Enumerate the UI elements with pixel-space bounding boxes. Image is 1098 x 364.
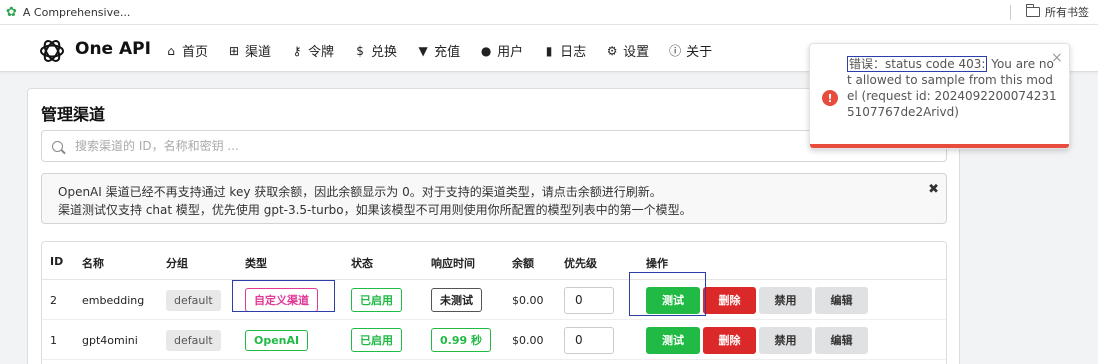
nav-item-settings[interactable]: ⚙ 设置 [606, 41, 650, 61]
sitemap-icon: ⊞ [228, 43, 240, 58]
column-header-group[interactable]: 分组 [166, 255, 188, 271]
annotation-highlight-type [232, 280, 335, 312]
cell-id: 2 [50, 293, 57, 307]
nav-item-label: 渠道 [245, 45, 272, 60]
nav-item-redeem[interactable]: $ 兑换 [354, 41, 398, 61]
column-header-priority[interactable]: 优先级 [564, 255, 597, 271]
error-icon: ! [822, 90, 838, 106]
info-notice: OpenAI 渠道已经不再支持通过 key 获取余额，因此余额显示为 0。对于支… [41, 173, 947, 224]
close-icon[interactable]: ✖ [928, 181, 939, 199]
main-menu: ⌂ 首页 ⊞ 渠道 ⚷ 令牌 $ 兑换 ▼ 充值 ● 用户 ▮ 日志 ⚙ 设置 ⓘ 关于 [165, 41, 732, 61]
nav-item-users[interactable]: ● 用户 [480, 41, 524, 61]
cell-balance[interactable]: $0.00 [512, 320, 544, 360]
column-header-type[interactable]: 类型 [245, 255, 267, 271]
channels-table: ID 名称 分组 类型 状态 响应时间 余额 优先级 操作 2 embeddin… [41, 241, 947, 364]
nav-item-label: 兑换 [371, 45, 398, 60]
nav-item-label: 用户 [497, 45, 524, 60]
cell-name: embedding [82, 293, 145, 307]
toast-progress-bar [810, 144, 1069, 148]
user-icon: ● [480, 43, 492, 58]
nav-item-topup[interactable]: ▼ 充值 [417, 41, 461, 61]
cart-icon: ▼ [418, 43, 428, 58]
group-tag: default [166, 289, 221, 311]
column-header-status[interactable]: 状态 [351, 255, 373, 271]
column-header-name[interactable]: 名称 [82, 255, 104, 271]
all-bookmarks-label: 所有书签 [1045, 6, 1089, 19]
nav-item-label: 日志 [560, 45, 587, 60]
column-header-response-time[interactable]: 响应时间 [431, 255, 475, 271]
test-button[interactable]: 测试 [646, 326, 700, 354]
book-icon: ▮ [545, 43, 553, 58]
folder-icon [1025, 4, 1040, 17]
delete-button[interactable]: 删除 [703, 286, 756, 314]
edit-button[interactable]: 编辑 [815, 286, 868, 314]
priority-input[interactable] [564, 326, 614, 354]
search-input[interactable] [75, 139, 925, 153]
disable-button[interactable]: 禁用 [759, 326, 812, 354]
cell-name: gpt4omini [82, 333, 138, 347]
key-icon: ⚷ [292, 43, 302, 58]
cell-id: 1 [50, 333, 57, 347]
response-time-tag[interactable]: 0.99 秒 [431, 328, 491, 352]
notice-line: OpenAI 渠道已经不再支持通过 key 获取余额，因此余额显示为 0。对于支… [58, 185, 662, 199]
notice-line: 渠道测试仅支持 chat 模型，优先使用 gpt-3.5-turbo，如果该模型… [58, 203, 692, 217]
nav-item-tokens[interactable]: ⚷ 令牌 [291, 41, 335, 61]
cell-balance[interactable]: $0.00 [512, 280, 544, 320]
all-bookmarks-button[interactable]: 所有书签 [1025, 4, 1089, 20]
column-header-actions: 操作 [646, 257, 668, 270]
nav-item-label: 设置 [623, 45, 650, 60]
column-header-id[interactable]: ID [50, 255, 63, 268]
bookmarks-bar: ✿ A Comprehensive... 所有书签 [0, 0, 1098, 25]
openai-logo-icon[interactable] [38, 37, 66, 65]
page-title: 管理渠道 [41, 105, 106, 124]
search-icon [52, 140, 63, 152]
nav-item-channels[interactable]: ⊞ 渠道 [228, 41, 272, 61]
dollar-icon: $ [356, 43, 364, 58]
status-badge: 已启用 [351, 288, 402, 312]
status-badge: 已启用 [351, 328, 402, 352]
type-tag: OpenAI [245, 329, 309, 351]
nav-item-label: 关于 [686, 45, 713, 60]
leaf-icon: ✿ [6, 5, 17, 20]
bookmark-label: A Comprehensive... [22, 6, 131, 19]
column-header-balance[interactable]: 余额 [512, 255, 534, 271]
delete-button[interactable]: 删除 [703, 326, 756, 354]
edit-button[interactable]: 编辑 [815, 326, 868, 354]
bookmarks-divider [1010, 5, 1011, 20]
nav-item-about[interactable]: ⓘ 关于 [669, 41, 712, 60]
toast-message: 错误：status code 403: You are not allowed … [847, 56, 1057, 120]
brand-name[interactable]: One API [75, 39, 151, 59]
table-row: 1 gpt4omini default OpenAI 已启用 0.99 秒 $0… [42, 320, 946, 360]
gear-icon: ⚙ [606, 43, 618, 58]
annotation-highlight-test [629, 272, 706, 316]
table-header: ID 名称 分组 类型 状态 响应时间 余额 优先级 操作 [42, 242, 946, 280]
disable-button[interactable]: 禁用 [759, 286, 812, 314]
home-icon: ⌂ [167, 43, 175, 58]
bookmark-item[interactable]: ✿ A Comprehensive... [6, 4, 130, 21]
nav-item-home[interactable]: ⌂ 首页 [165, 41, 209, 61]
nav-item-label: 充值 [434, 45, 461, 60]
error-prefix: 错误：status code 403: [847, 56, 988, 72]
nav-item-label: 首页 [182, 45, 209, 60]
info-icon: ⓘ [669, 44, 682, 58]
priority-input[interactable] [564, 286, 614, 314]
nav-item-logs[interactable]: ▮ 日志 [543, 41, 587, 61]
group-tag: default [166, 329, 221, 351]
error-toast: × ! 错误：status code 403: You are not allo… [809, 43, 1070, 149]
table-row: 2 embedding default 自定义渠道 已启用 未测试 $0.00 … [42, 280, 946, 320]
nav-item-label: 令牌 [308, 45, 335, 60]
response-time-tag[interactable]: 未测试 [431, 288, 482, 312]
